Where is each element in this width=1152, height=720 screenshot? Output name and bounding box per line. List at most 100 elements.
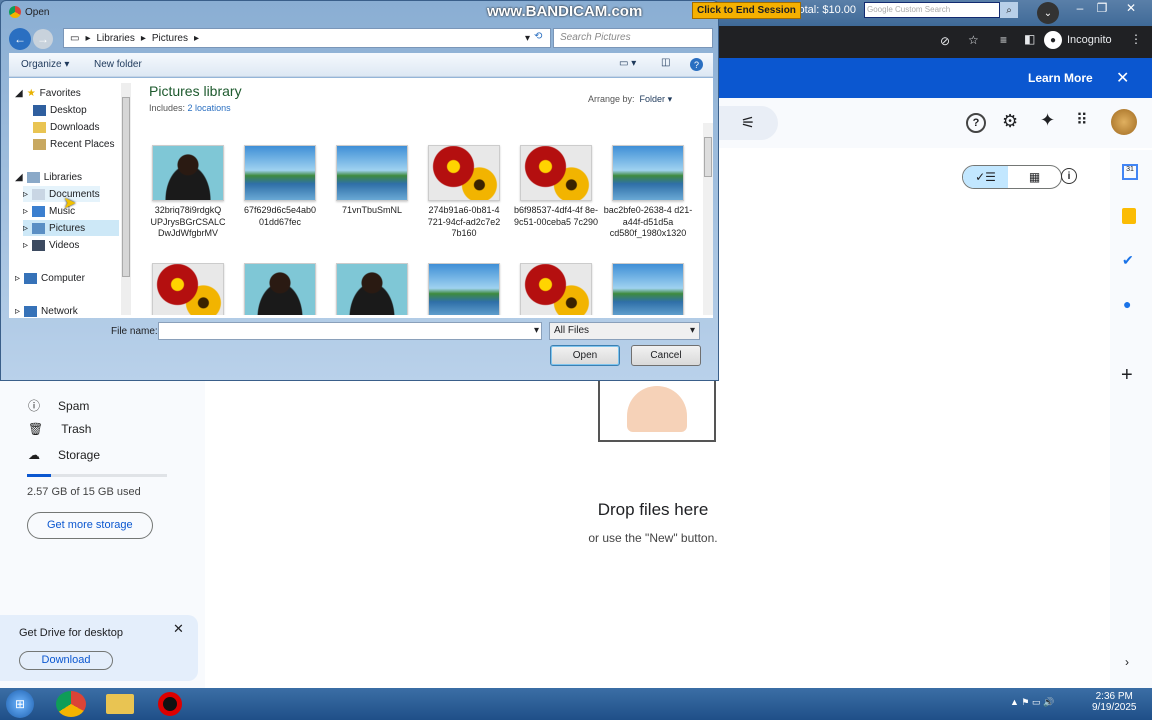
dialog-title-text: Open [25,6,50,18]
nav-recent-places[interactable]: Recent Places [33,136,114,152]
restore-icon[interactable]: ❐ [1092,1,1112,15]
end-session-button[interactable]: Click to End Session [692,2,801,19]
keep-icon[interactable] [1122,208,1136,224]
tasks-icon[interactable]: ✔ [1122,252,1134,269]
nav-downloads[interactable]: Downloads [33,119,99,135]
address-bar[interactable]: ▭ ▸ Libraries ▸ Pictures ▸ ▾ [63,28,551,48]
trash-icon: 🗑 [28,422,44,436]
info-icon[interactable]: i [1061,168,1077,184]
close-icon[interactable]: ✕ [1120,1,1142,15]
history-dropdown-icon[interactable]: ▾ [525,33,530,44]
contacts-icon[interactable]: ● [1123,296,1131,312]
custom-search-input[interactable]: Google Custom Search [864,2,1000,18]
view-options-icon[interactable]: ▭ ▾ [619,58,636,69]
settings-icon[interactable]: ⚙ [1002,111,1018,132]
organize-label: Organize [21,59,62,70]
grid-view-button[interactable]: ▦ [1008,166,1061,188]
avatar[interactable] [1111,109,1137,135]
nav-spam[interactable]: ⓘ Spam [28,397,89,414]
navigation-pane: ◢ ★ Favorites Desktop Downloads Recent Pla… [9,83,131,317]
storage-bar [27,474,167,477]
file-tile[interactable]: 274b91a6-0b81-4 721-94cf-ad2c7e2 7b160 [419,145,509,240]
file-tile[interactable] [511,263,601,315]
clock[interactable]: 2:36 PM 9/19/2025 [1092,691,1137,713]
nav-favorites[interactable]: ◢ ★ Favorites [15,85,81,101]
image-thumbnail [612,263,684,315]
bandicam-taskbar-icon[interactable] [158,692,182,716]
file-tile[interactable]: b6f98537-4df4-4f 8e-9c51-00ceba5 7c290 [511,145,601,228]
includes-label: Includes: [149,103,186,113]
file-tile[interactable] [603,263,693,315]
image-thumbnail [244,263,316,315]
chevron-down-icon[interactable]: ⌄ [1037,2,1059,24]
breadcrumb-pictures[interactable]: Pictures [152,33,188,44]
start-button[interactable]: ⊞ [6,690,34,718]
filter-icon[interactable]: ⚟ [718,106,778,140]
chevron-right-icon[interactable]: › [1125,655,1129,669]
organize-button[interactable]: Organize ▾ [21,59,69,70]
file-tile[interactable]: 32briq78i9rdgkQ UPJrysBGrCSALC DwJdWfgbr… [143,145,233,240]
file-tile[interactable]: bac2bfe0-2638-4 d21-a44f-d51d5a cd580f_1… [603,145,693,240]
image-thumbnail [152,145,224,201]
search-icon[interactable]: ⌕ [1000,2,1018,18]
download-button[interactable]: Download [19,651,113,670]
forward-button[interactable]: → [33,29,53,49]
content-scrollbar[interactable] [703,123,713,315]
refresh-icon[interactable]: ⟲ [534,31,542,42]
open-button[interactable]: Open [550,345,620,366]
nav-label: Computer [41,272,85,284]
explorer-taskbar-icon[interactable] [106,694,134,714]
nav-trash[interactable]: 🗑 Trash [28,422,91,436]
file-type-select[interactable]: All Files ▾ [549,322,700,340]
nav-pictures[interactable]: ▹ Pictures [23,220,119,236]
nav-scrollbar[interactable] [121,83,131,315]
chrome-taskbar-icon[interactable] [56,691,86,717]
show-hidden-icons[interactable]: ▲ ⚑ ▭ 🔊 [1010,697,1054,708]
nav-documents[interactable]: ▹ Documents [23,186,100,202]
apps-grid-icon[interactable]: ⠿ [1076,110,1088,130]
preview-pane-icon[interactable]: ◫ [661,57,670,68]
star-icon[interactable]: ☆ [968,33,979,47]
side-panel-icon[interactable]: ◧ [1024,32,1035,46]
file-tile[interactable]: 71vnTbuSmNL [327,145,417,217]
list-view-button[interactable]: ✓☰ [963,166,1008,188]
nav-label: Spam [58,398,90,413]
learn-more-link[interactable]: Learn More [1028,71,1093,85]
help-icon[interactable]: ? [966,113,986,133]
calendar-icon[interactable]: 31 [1122,164,1138,180]
add-icon[interactable]: + [1121,364,1133,387]
incognito-badge[interactable]: ● Incognito [1044,31,1112,49]
close-icon[interactable]: ✕ [1116,68,1129,88]
cancel-button[interactable]: Cancel [631,345,701,366]
new-folder-button[interactable]: New folder [94,59,142,70]
close-icon[interactable]: ✕ [173,621,184,637]
eye-off-icon[interactable]: ⊘ [940,34,950,48]
help-icon[interactable]: ? [690,58,703,71]
nav-network[interactable]: ▹ Network [15,303,78,319]
arrange-by: Arrange by: Folder ▾ [588,94,672,105]
back-button[interactable]: ← [9,28,31,50]
file-tile[interactable]: 67f629d6c5e4ab0 01dd67fec [235,145,325,228]
reading-list-icon[interactable]: ≡ [1000,33,1007,47]
file-tile[interactable] [419,263,509,315]
nav-libraries[interactable]: ◢ Libraries [15,169,82,185]
menu-icon[interactable]: ⋮ [1130,32,1142,46]
nav-storage[interactable]: ☁ Storage [28,448,100,462]
nav-music[interactable]: ▹ Music [23,203,75,219]
file-tile[interactable] [235,263,325,315]
nav-label: Music [49,205,76,217]
nav-computer[interactable]: ▹ Computer [15,270,85,286]
nav-label: Favorites [39,87,81,99]
nav-videos[interactable]: ▹ Videos [23,237,79,253]
file-type-value: All Files [554,325,590,336]
file-tile[interactable] [327,263,417,315]
search-pictures-input[interactable]: Search Pictures [553,28,713,48]
file-name-input[interactable]: ▾ [158,322,542,340]
nav-desktop[interactable]: Desktop [33,102,87,118]
breadcrumb-libraries[interactable]: Libraries [96,33,134,44]
includes-locations-link[interactable]: 2 locations [188,103,231,113]
file-tile[interactable] [143,263,233,315]
gemini-icon[interactable]: ✦ [1040,110,1055,131]
arrange-dropdown[interactable]: Folder ▾ [640,94,673,104]
minimize-icon[interactable]: – [1070,1,1090,15]
